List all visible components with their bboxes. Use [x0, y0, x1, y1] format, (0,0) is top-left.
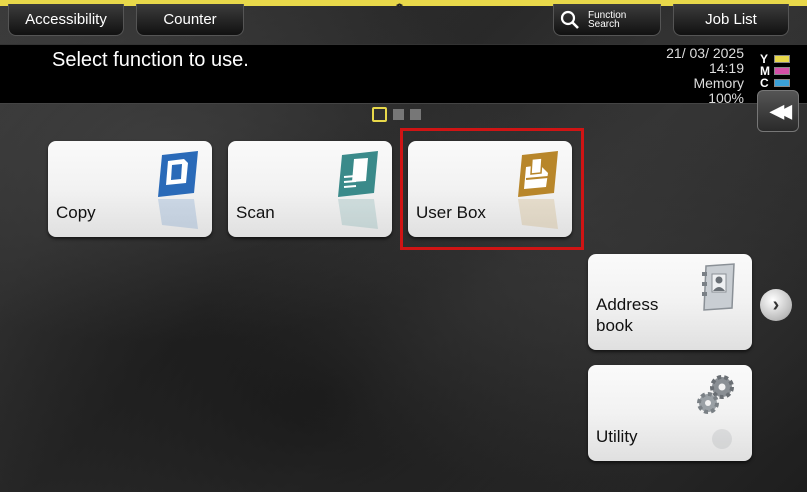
next-page-button[interactable]: › — [760, 289, 792, 321]
toner-status: Y M C — [760, 52, 794, 90]
page-indicator — [372, 107, 421, 122]
chevron-right-icon: › — [772, 293, 780, 316]
gears-icon-reflection — [712, 429, 732, 449]
user-box-icon-reflection — [518, 199, 558, 229]
toner-y-bar — [774, 55, 790, 63]
double-chevron-left-icon: ◀◀ — [770, 100, 792, 121]
toner-c-bar — [774, 79, 790, 87]
accessibility-button[interactable]: Accessibility — [8, 4, 124, 36]
memory-label: Memory — [693, 75, 744, 91]
utility-label: Utility — [596, 427, 638, 446]
date-text: 21/ 03/ 2025 — [666, 45, 744, 61]
toner-c: C — [760, 76, 794, 90]
address-book-icon — [702, 263, 735, 311]
scan-label: Scan — [236, 203, 275, 222]
message-bar: Select function to use. 21/ 03/ 2025 14:… — [0, 44, 807, 106]
address-book-label: Address book — [596, 295, 659, 335]
copy-icon — [158, 151, 198, 197]
memory-value: 100% — [708, 90, 744, 106]
copy-tile[interactable]: Copy — [48, 141, 212, 237]
gears-icon — [697, 375, 734, 414]
utility-tile[interactable]: Utility — [588, 365, 752, 461]
page-dot-2[interactable] — [393, 109, 404, 120]
accessibility-label: Accessibility — [25, 11, 107, 28]
toner-m-bar — [774, 67, 790, 75]
function-search-button[interactable]: Function Search — [553, 4, 661, 36]
status-readout: 21/ 03/ 2025 14:19 Memory 100% — [666, 46, 744, 106]
collapse-panel-button[interactable]: ◀◀ — [757, 90, 799, 132]
panel-handle[interactable]: ◂•▸ — [388, 2, 410, 10]
counter-button[interactable]: Counter — [136, 4, 244, 36]
user-box-label: User Box — [416, 203, 486, 222]
user-box-icon — [518, 151, 558, 197]
copy-label: Copy — [56, 203, 96, 222]
user-box-tile[interactable]: User Box — [408, 141, 572, 237]
scan-icon — [338, 151, 378, 197]
scan-tile[interactable]: Scan — [228, 141, 392, 237]
job-list-button[interactable]: Job List — [673, 4, 789, 36]
counter-label: Counter — [163, 11, 217, 28]
job-list-label: Job List — [705, 11, 757, 28]
search-icon — [560, 10, 579, 29]
address-book-tile[interactable]: Address book — [588, 254, 752, 350]
page-dot-3[interactable] — [410, 109, 421, 120]
copy-icon-reflection — [158, 199, 198, 229]
page-dot-1[interactable] — [372, 107, 387, 122]
time-text: 14:19 — [708, 60, 744, 76]
scan-icon-reflection — [338, 199, 378, 229]
instruction-message: Select function to use. — [52, 49, 249, 71]
function-search-label: Function Search — [588, 9, 627, 30]
